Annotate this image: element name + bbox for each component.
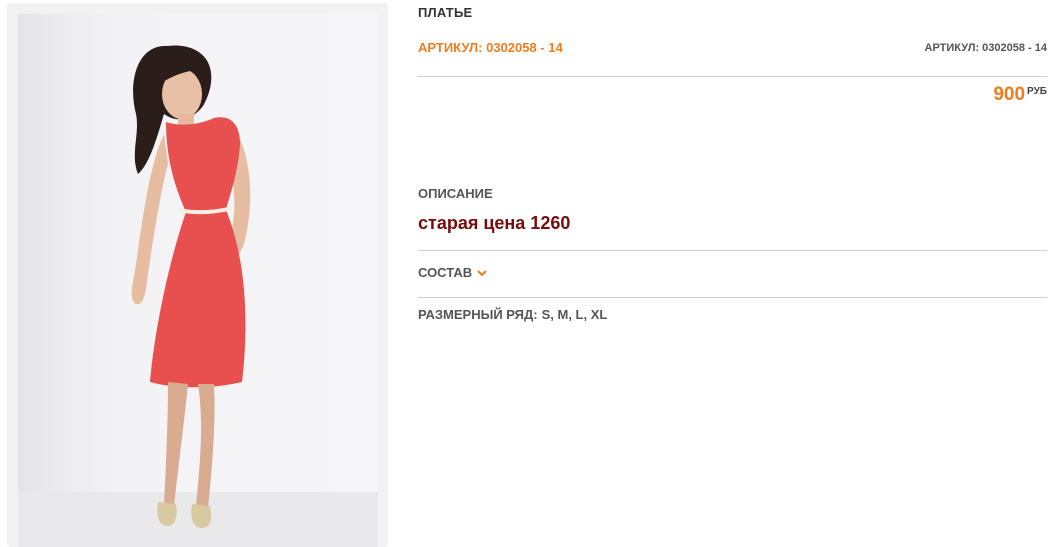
product-photo[interactable] (18, 14, 378, 547)
article-number-secondary: АРТИКУЛ: 0302058 - 14 (924, 42, 1047, 54)
product-price: 900 РУБ (993, 84, 1047, 106)
composition-label: СОСТАВ (418, 265, 473, 280)
price-value: 900 (993, 84, 1026, 105)
product-title: ПЛАТЬЕ (418, 5, 473, 20)
divider (418, 297, 1047, 298)
divider (418, 250, 1047, 251)
price-currency: РУБ (1027, 86, 1047, 97)
size-range: РАЗМЕРНЫЙ РЯД: S, M, L, XL (418, 307, 607, 322)
old-price-text: старая цена 1260 (418, 213, 571, 233)
chevron-down-icon (476, 267, 488, 279)
size-range-label: РАЗМЕРНЫЙ РЯД: (418, 307, 538, 322)
size-range-values: S, M, L, XL (541, 307, 608, 322)
model-in-dress-image (18, 45, 378, 547)
composition-toggle[interactable]: СОСТАВ (418, 265, 488, 280)
divider (418, 76, 1047, 77)
description-label: ОПИСАНИЕ (418, 186, 493, 201)
article-number: АРТИКУЛ: 0302058 - 14 (418, 40, 563, 55)
